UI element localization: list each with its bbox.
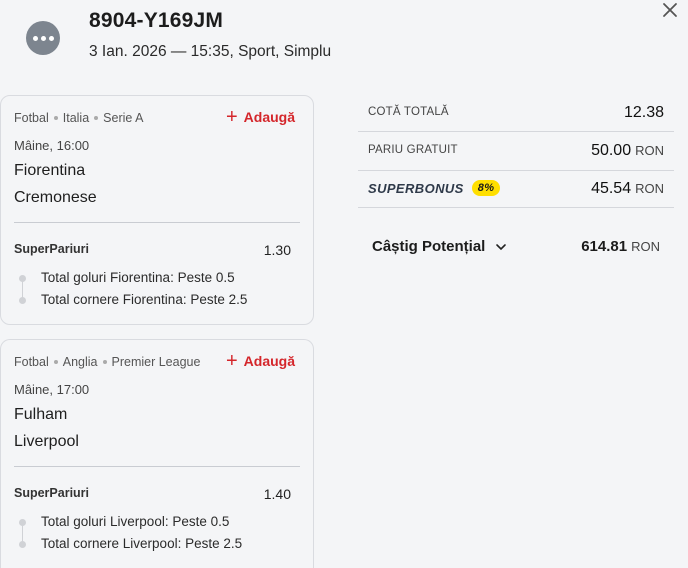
event-card: Fotbal Anglia Premier League + Adaugă Mâ… [0,339,314,568]
event-breadcrumb: Fotbal Anglia Premier League [14,355,200,369]
superbonus-badge: 8% [471,180,501,196]
superbonus-number: 45.54 [591,180,632,197]
currency-label: RON [635,143,664,158]
superbonus-text: SUPERBONUS [368,180,464,196]
total-odds-number: 12.38 [623,104,664,121]
home-team: Fulham [14,406,68,423]
free-bet-value: 50.00 RON [591,142,664,160]
potential-win-toggle[interactable]: Câștig Potențial [372,238,507,255]
selection-bullet [19,297,26,304]
plus-icon: + [225,106,238,128]
divider [14,466,300,467]
close-icon[interactable] [660,0,680,20]
crumb-league: Premier League [111,355,201,369]
superbonus-label: SUPERBONUS 8% [368,180,501,196]
total-odds-value: 12.38 [624,104,664,122]
potential-win-value: 614.81 RON [581,238,660,255]
more-options-icon[interactable] [26,21,60,55]
crumb-country: Anglia [62,355,98,369]
currency-label: RON [631,239,660,254]
total-odds-row: COTĂ TOTALĂ 12.38 [358,95,674,133]
crumb-separator [102,360,107,364]
free-bet-label: PARIU GRATUIT [368,144,458,156]
selection-bullet [19,541,26,548]
superbonus-row: SUPERBONUS 8% 45.54 RON [358,172,674,210]
crumb-separator [94,116,99,120]
crumb-separator [53,360,58,364]
selection-bullet [19,275,26,282]
crumb-league: Serie A [103,111,144,125]
market-odd: 1.40 [263,486,291,502]
potential-win-number: 614.81 [581,238,628,255]
free-bet-row: PARIU GRATUIT 50.00 RON [358,134,674,172]
event-card: Fotbal Italia Serie A + Adaugă Mâine, 16… [0,95,314,325]
chevron-down-icon [496,243,507,250]
selection-bullet [19,519,26,526]
plus-icon: + [225,350,238,372]
total-odds-label: COTĂ TOTALĂ [368,106,449,118]
home-team: Fiorentina [14,162,86,179]
market-odd: 1.30 [263,242,291,258]
market-name: SuperPariuri [14,242,90,256]
add-label: Adaugă [243,109,295,125]
selection-item: Total cornere Fiorentina: Peste 2.5 [41,292,248,307]
add-button[interactable]: + Adaugă [225,350,295,372]
ticket-header: 8904-Y169JM 3 Ian. 2026 — 15:35, Sport, … [0,0,688,80]
superbonus-value: 45.54 RON [591,180,664,198]
ticket-id: 8904-Y169JM [89,9,224,32]
away-team: Cremonese [14,189,97,206]
market-name: SuperPariuri [14,486,90,500]
event-time: Mâine, 17:00 [14,382,90,397]
divider [14,222,300,223]
add-label: Adaugă [243,353,295,369]
away-team: Liverpool [14,433,79,450]
potential-win-label: Câștig Potențial [372,238,486,255]
selection-item: Total cornere Liverpool: Peste 2.5 [41,536,243,551]
event-time: Mâine, 16:00 [14,138,90,153]
ticket-meta: 3 Ian. 2026 — 15:35, Sport, Simplu [89,43,332,60]
selection-item: Total goluri Liverpool: Peste 0.5 [41,514,230,529]
crumb-sport: Fotbal [14,111,49,125]
crumb-separator [53,116,58,120]
crumb-country: Italia [62,111,90,125]
selection-item: Total goluri Fiorentina: Peste 0.5 [41,270,235,285]
add-button[interactable]: + Adaugă [225,106,295,128]
crumb-sport: Fotbal [14,355,49,369]
currency-label: RON [635,181,664,196]
free-bet-number: 50.00 [591,142,632,159]
event-breadcrumb: Fotbal Italia Serie A [14,111,143,125]
